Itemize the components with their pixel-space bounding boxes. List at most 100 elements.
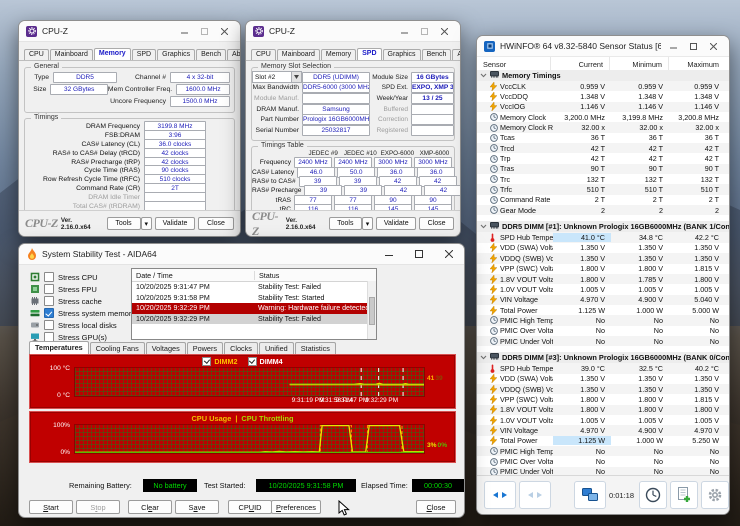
preferences-button[interactable]: Preferences — [271, 500, 321, 514]
stress-checkbox[interactable] — [44, 320, 54, 330]
sensor-row[interactable]: VccDDQ1.348 V1.348 V1.348 V — [477, 91, 729, 101]
sensor-row[interactable]: Tras90 T90 T90 T — [477, 164, 729, 174]
log-row[interactable]: 10/20/2025 9:31:47 PMStability Test: Fai… — [132, 282, 376, 293]
sensor-row[interactable]: 1.0V VOUT Voltage1.005 V1.005 V1.005 V — [477, 415, 729, 425]
collapse-chevron-icon[interactable] — [480, 222, 487, 231]
cpuz-spd-tab-graphics[interactable]: Graphics — [383, 49, 421, 60]
sensor-row[interactable]: Memory Clock3,200.0 MHz3,199.8 MHz3,200.… — [477, 112, 729, 122]
sensor-row[interactable]: VIN Voltage4.970 V4.900 V4.970 V — [477, 425, 729, 435]
aida64-titlebar[interactable]: System Stability Test - AIDA64 — [19, 244, 464, 265]
clock-button[interactable] — [639, 481, 667, 509]
log-row[interactable]: 10/20/2025 9:32:29 PMStability Test: Fai… — [132, 314, 376, 325]
sensor-row[interactable]: VDDQ (SWB) Voltage1.350 V1.350 V1.350 V — [477, 384, 729, 394]
maximize-button[interactable] — [411, 248, 426, 261]
sensor-row[interactable]: Trcd42 T42 T42 T — [477, 143, 729, 153]
sensor-row[interactable]: Memory Clock Ratio32.00 x32.00 x32.00 x — [477, 122, 729, 132]
clear-button[interactable]: Clear — [128, 500, 172, 514]
sensor-row[interactable]: PMIC High TemperatureNoNoNo — [477, 446, 729, 456]
maximize-button[interactable] — [417, 25, 432, 38]
aida-tab-voltages[interactable]: Voltages — [146, 342, 186, 354]
sensor-row[interactable]: 1.8V VOUT Voltage1.800 V1.785 V1.800 V — [477, 274, 729, 284]
aida-tab-unified[interactable]: Unified — [259, 342, 294, 354]
aida-tab-clocks[interactable]: Clocks — [224, 342, 258, 354]
sensor-row[interactable]: 1.0V VOUT Voltage1.005 V1.005 V1.005 V — [477, 284, 729, 294]
sensor-row[interactable]: VPP (SWC) Voltage1.800 V1.800 V1.815 V — [477, 264, 729, 274]
hwinfo-titlebar[interactable]: HWiNFO® 64 v8.32-5840 Sensor Status [649… — [477, 36, 729, 57]
log-row[interactable]: 10/20/2025 9:32:29 PMWarning: Hardware f… — [132, 303, 376, 314]
save-button[interactable]: Save — [175, 500, 219, 514]
sensor-row[interactable]: PMIC High TemperatureNoNoNo — [477, 315, 729, 325]
sensor-row[interactable]: VPP (SWC) Voltage1.800 V1.800 V1.815 V — [477, 394, 729, 404]
sensor-row[interactable]: Trc132 T132 T132 T — [477, 174, 729, 184]
minimize-button[interactable] — [397, 25, 412, 38]
remote-monitoring-button[interactable] — [574, 481, 606, 509]
validate-button[interactable]: Validate — [155, 217, 195, 230]
cpuz-spd-titlebar[interactable]: CPU-Z — [246, 21, 460, 42]
sensor-row[interactable]: Total Power1.125 W1.000 W5.250 W — [477, 436, 729, 446]
sensor-row[interactable]: Command Rate2 T2 T2 T — [477, 195, 729, 205]
settings-gear-button[interactable] — [701, 481, 729, 509]
aida-tab-cooling-fans[interactable]: Cooling Fans — [90, 342, 145, 354]
log-scrollbar-thumb[interactable] — [369, 297, 375, 325]
column-minimum[interactable]: Minimum — [610, 57, 669, 71]
close-button[interactable] — [706, 40, 721, 53]
aida-tab-statistics[interactable]: Statistics — [295, 342, 336, 354]
cpuz-memory-tab-spd[interactable]: SPD — [132, 49, 156, 60]
cpuz-spd-tab-mainboard[interactable]: Mainboard — [277, 49, 320, 60]
close-window-button[interactable]: Close — [198, 217, 234, 230]
slot-select-combobox[interactable]: Slot #2 — [252, 71, 302, 83]
close-button[interactable] — [437, 25, 452, 38]
cpuz-memory-tab-cpu[interactable]: CPU — [24, 49, 49, 60]
stress-checkbox[interactable] — [44, 272, 54, 282]
sensor-row[interactable]: VDDQ (SWB) Voltage1.350 V1.350 V1.350 V — [477, 253, 729, 263]
navigate-arrows-button[interactable] — [484, 481, 516, 509]
cpuz-spd-tab-memory[interactable]: Memory — [321, 49, 356, 60]
sensor-section-header[interactable]: DDR5 DIMM [#1]: Unknown Prologix 16GB600… — [477, 221, 729, 232]
sensor-row[interactable]: 1.8V VOUT Voltage1.800 V1.800 V1.800 V — [477, 405, 729, 415]
sensor-row[interactable]: Trfc510 T510 T510 T — [477, 184, 729, 194]
cpuz-memory-titlebar[interactable]: CPU-Z — [19, 21, 240, 42]
collapse-chevron-icon[interactable] — [480, 71, 487, 80]
stress-checkbox[interactable] — [44, 308, 54, 318]
log-header[interactable]: Date / Time Status — [132, 269, 376, 282]
log-scrollbar[interactable] — [367, 281, 376, 339]
sensor-row[interactable]: SPD Hub Temperature39.0 °C32.5 °C40.2 °C — [477, 363, 729, 373]
report-button[interactable] — [670, 481, 698, 509]
validate-button[interactable]: Validate — [376, 217, 416, 230]
aida-tab-powers[interactable]: Powers — [187, 342, 223, 354]
cpuz-memory-tab-memory[interactable]: Memory — [94, 48, 131, 60]
sensor-row[interactable]: VIN Voltage4.970 V4.900 V5.040 V — [477, 295, 729, 305]
navigate-arrows-disabled-button[interactable] — [519, 481, 551, 509]
minimize-button[interactable] — [666, 40, 681, 53]
sensor-row[interactable]: Trp42 T42 T42 T — [477, 153, 729, 163]
legend-checkbox[interactable] — [202, 357, 211, 366]
sensor-row[interactable]: PMIC Under VoltageNoNoNo — [477, 336, 729, 346]
stop-button[interactable]: Stop — [76, 500, 120, 514]
close-window-button[interactable]: Close — [419, 217, 454, 230]
close-button[interactable] — [217, 25, 232, 38]
stress-checkbox[interactable] — [44, 284, 54, 294]
cpuz-spd-tab-cpu[interactable]: CPU — [251, 49, 276, 60]
tools-button[interactable]: Tools — [329, 217, 362, 230]
tools-button[interactable]: Tools — [107, 217, 141, 230]
start-button[interactable]: Start — [29, 500, 73, 514]
sensor-row[interactable]: VDD (SWA) Voltage1.350 V1.350 V1.350 V — [477, 374, 729, 384]
column-sensor[interactable]: Sensor — [477, 57, 551, 71]
sensor-section-header[interactable]: Memory Timings — [477, 70, 729, 81]
log-column-datetime[interactable]: Date / Time — [132, 271, 255, 280]
aida-tab-temperatures[interactable]: Temperatures — [29, 341, 89, 355]
column-current[interactable]: Current — [551, 57, 610, 71]
collapse-chevron-icon[interactable] — [480, 353, 487, 362]
sensor-row[interactable]: SPD Hub Temperature41.0 °C34.8 °C42.2 °C — [477, 232, 729, 242]
cpuz-memory-tab-mainboard[interactable]: Mainboard — [50, 49, 93, 60]
legend-checkbox[interactable] — [248, 357, 257, 366]
sensor-row[interactable]: PMIC Over VoltageNoNoNo — [477, 456, 729, 466]
maximize-button[interactable] — [686, 40, 701, 53]
sensor-row[interactable]: Total Power1.125 W1.000 W5.000 W — [477, 305, 729, 315]
sensor-row[interactable]: Tcas36 T36 T36 T — [477, 133, 729, 143]
tools-dropdown-button[interactable]: ▾ — [141, 217, 153, 230]
cpuz-memory-tab-bench[interactable]: Bench — [196, 49, 226, 60]
combobox-arrow-icon[interactable] — [291, 72, 301, 82]
sensor-row[interactable]: Gear Mode222 — [477, 205, 729, 215]
cpuz-spd-tab-spd[interactable]: SPD — [357, 48, 381, 60]
